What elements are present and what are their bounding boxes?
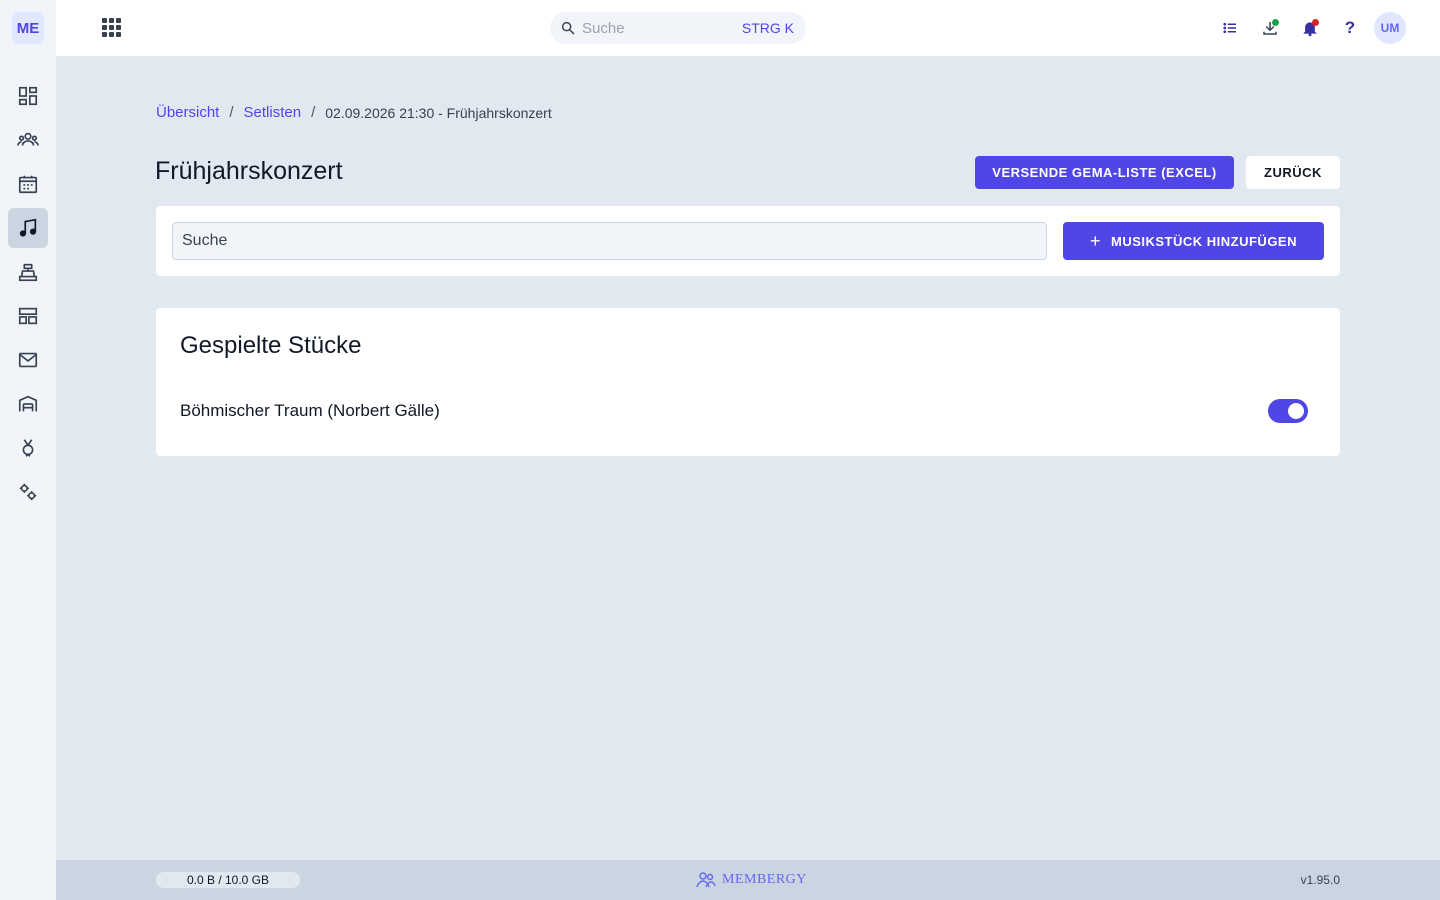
back-button[interactable]: ZURÜCK: [1246, 156, 1340, 189]
brand-name: MEMBERGY: [722, 872, 807, 887]
task-list-button[interactable]: [1214, 12, 1246, 44]
help-button[interactable]: ?: [1334, 12, 1366, 44]
played-pieces-card: Gespielte Stücke Böhmischer Traum (Norbe…: [156, 308, 1340, 456]
topbar-actions: ? UM: [1214, 12, 1406, 44]
table-icon: [18, 307, 38, 325]
sidebar-item-dashboard[interactable]: [8, 76, 48, 116]
piece-search-card: + MUSIKSTÜCK HINZUFÜGEN: [156, 206, 1340, 276]
breadcrumb-current: 02.09.2026 21:30 - Frühjahrskonzert: [325, 104, 552, 121]
sidebar-item-cash-register[interactable]: [8, 252, 48, 292]
sidebar-item-warehouse[interactable]: [8, 384, 48, 424]
help-icon: ?: [1344, 18, 1356, 37]
medal-icon: [22, 439, 34, 457]
membergy-logo-icon: [696, 872, 716, 888]
breadcrumb-separator: /: [229, 104, 234, 121]
plus-icon: +: [1089, 230, 1101, 251]
topbar: STRG K ? UM: [56, 0, 1440, 56]
breadcrumb-separator: /: [311, 104, 316, 121]
user-avatar[interactable]: UM: [1374, 12, 1406, 44]
sidebar-item-calendar[interactable]: [8, 164, 48, 204]
add-piece-button[interactable]: + MUSIKSTÜCK HINZUFÜGEN: [1063, 222, 1324, 260]
search-shortcut: STRG K: [741, 20, 794, 36]
sidebar: ME: [0, 0, 56, 900]
people-icon: [17, 132, 39, 146]
downloads-button[interactable]: [1254, 12, 1286, 44]
dashboard-icon: [18, 86, 38, 106]
sidebar-item-mail[interactable]: [8, 340, 48, 380]
sidebar-item-members[interactable]: [8, 120, 48, 160]
sidebar-nav: [8, 76, 48, 512]
piece-played-toggle[interactable]: [1268, 399, 1308, 423]
cash-register-icon: [18, 263, 38, 282]
notifications-button[interactable]: [1294, 12, 1326, 44]
list-item: Böhmischer Traum (Norbert Gälle): [180, 394, 1308, 428]
sidebar-item-tables[interactable]: [8, 296, 48, 336]
apps-grid-button[interactable]: [100, 16, 124, 40]
warehouse-icon: [18, 395, 38, 412]
gears-icon: [19, 483, 37, 501]
download-status-dot: [1272, 19, 1279, 26]
piece-search-input[interactable]: [172, 222, 1047, 260]
footer: 0.0 B / 10.0 GB MEMBERGY v1.95.0: [56, 860, 1440, 900]
app-logo[interactable]: ME: [12, 12, 44, 44]
add-piece-label: MUSIKSTÜCK HINZUFÜGEN: [1111, 233, 1297, 249]
piece-name: Böhmischer Traum (Norbert Gälle): [180, 401, 440, 420]
global-search[interactable]: STRG K: [550, 12, 806, 44]
notification-dot: [1312, 19, 1319, 26]
storage-usage: 0.0 B / 10.0 GB: [156, 872, 300, 888]
music-note-icon: [19, 218, 37, 237]
send-gema-list-button[interactable]: VERSENDE GEMA-LISTE (EXCEL): [975, 156, 1234, 189]
global-search-input[interactable]: [582, 19, 732, 37]
sidebar-item-awards[interactable]: [8, 428, 48, 468]
breadcrumb-overview[interactable]: Übersicht: [156, 104, 219, 121]
search-icon: [561, 21, 575, 35]
page-title: Frühjahrskonzert: [155, 157, 343, 185]
mail-icon: [18, 352, 38, 368]
app-version: v1.95.0: [1300, 873, 1340, 887]
list-icon: [1223, 22, 1236, 34]
played-pieces-title: Gespielte Stücke: [180, 332, 362, 359]
sidebar-item-settings[interactable]: [8, 472, 48, 512]
calendar-icon: [18, 175, 38, 194]
brand-logo: MEMBERGY: [694, 870, 807, 890]
breadcrumb: Übersicht / Setlisten / 02.09.2026 21:30…: [156, 104, 552, 121]
breadcrumb-setlists[interactable]: Setlisten: [244, 104, 302, 121]
sidebar-item-music[interactable]: [8, 208, 48, 248]
